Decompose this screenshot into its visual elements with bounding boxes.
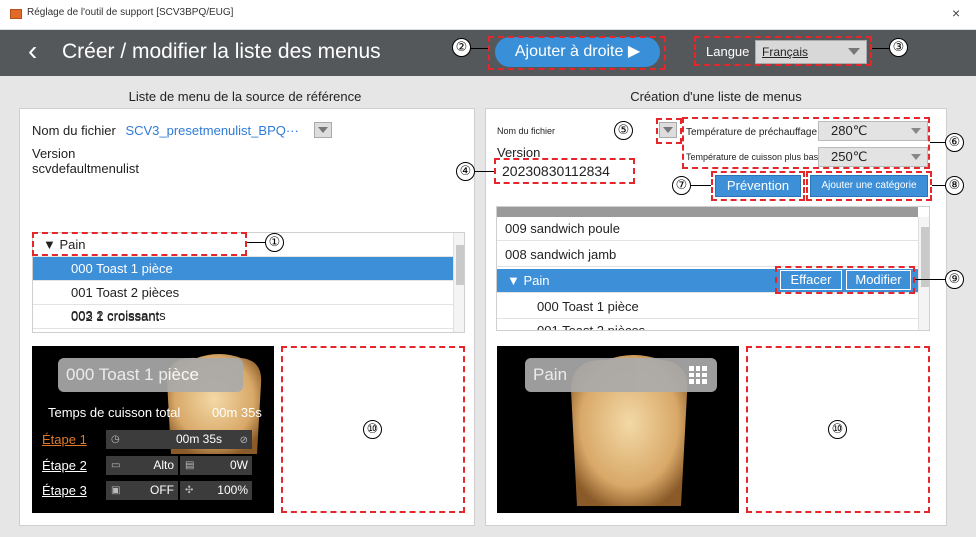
callout-9: ⑨ [945,270,964,289]
list-item[interactable]: 000 Toast 1 pièce [33,257,454,281]
oven-icon: ▭ [111,460,121,471]
preview-title: 000 Toast 1 pièce [58,358,243,392]
left-preview: 000 Toast 1 pièce Temps de cuisson total… [32,346,274,513]
app-icon [10,9,22,19]
scrollbar-thumb[interactable] [921,227,929,287]
total-time-value: 00m 35s [212,405,262,420]
step2-mode-cell: ▭ Alto [106,456,178,475]
step-1-link[interactable]: Étape 1 [42,432,87,447]
heater-icon: ▣ [111,485,121,496]
step-2-link[interactable]: Étape 2 [42,458,87,473]
left-file-label: Nom du fichier [32,123,116,138]
callout-2: ② [452,38,471,57]
callout-line [915,279,945,280]
callout-line [247,242,265,243]
step-3-link[interactable]: Étape 3 [42,483,87,498]
callout-7: ⑦ [672,176,691,195]
step3-fan-cell: ✣ 100% [180,481,252,500]
callout-line [471,48,488,49]
left-file-dropdown[interactable] [314,122,332,138]
step1-time: 00m 35s [175,432,222,446]
left-version-value: scvdefaultmenulist [32,161,139,176]
callout-line [872,48,889,49]
left-list-scrollbar[interactable] [453,233,464,332]
callout-10-left: ⑩ [363,420,382,439]
total-time-label: Temps de cuisson total [48,405,181,420]
highlight-file-dropdown [656,118,682,144]
right-file-label: Nom du fichier [497,126,556,136]
callout-6: ⑥ [945,133,964,152]
step2-power: 0W [230,458,248,472]
callout-line [932,185,945,186]
callout-1: ① [265,233,284,252]
highlight-prevention [711,171,805,201]
highlight-category [32,232,247,256]
left-version-label: Version [32,146,76,161]
callout-line [475,171,494,172]
step3-heat: OFF [150,483,174,497]
callout-line [691,185,711,186]
step2-mode: Alto [153,458,174,472]
right-list-scrollbar[interactable] [918,217,929,330]
left-panel-title: Liste de menu de la source de référence [128,89,362,104]
step3-fan: 100% [217,483,248,497]
highlight-add-right [488,36,666,70]
right-panel-title: Création d'une liste de menus [630,89,802,104]
list-item[interactable]: 000 Toast 1 pièce [497,295,918,319]
callout-5: ⑤ [614,121,633,140]
left-file-row: Nom du fichier SCV3_presetmenulist_BPQ··… [32,123,299,138]
callout-8: ⑧ [945,176,964,195]
callout-3: ③ [889,38,908,57]
mute-icon: ⊘ [239,435,248,446]
scrollbar-thumb[interactable] [456,245,464,285]
step2-power-cell: ▤ 0W [180,456,252,475]
callout-line [930,142,945,143]
back-icon[interactable]: ‹ [28,35,37,67]
microwave-icon: ▤ [185,460,195,471]
window-title: Réglage de l'outil de support [SCV3BPQ/E… [27,7,234,18]
highlight-temperatures [682,117,930,169]
close-icon[interactable]: × [952,5,960,21]
chevron-down-icon [318,127,328,133]
list-item[interactable]: 003 2 croissants [33,304,453,328]
list-item[interactable]: 001 Toast 2 pièces [497,319,918,330]
left-file-name[interactable]: SCV3_presetmenulist_BPQ··· [125,123,298,138]
list-item[interactable]: 001 Toast 2 pièces [33,281,454,305]
clock-icon: ◷ [111,434,120,445]
window-titlebar: Réglage de l'outil de support [SCV3BPQ/E… [0,0,976,30]
highlight-add-category [806,171,932,201]
list-header-bar [497,207,918,217]
callout-4: ④ [456,162,475,181]
page-title: Créer / modifier la liste des menus [62,40,381,63]
highlight-language [694,36,872,66]
highlight-edit-buttons [775,266,915,294]
right-preview: Pain [497,346,739,513]
highlight-version [494,158,635,184]
fan-icon: ✣ [185,485,194,496]
list-item[interactable]: 009 sandwich poule [497,217,918,241]
step3-heat-cell: ▣ OFF [106,481,178,500]
callout-10-right: ⑩ [828,420,847,439]
grid-icon [689,366,707,384]
list-item[interactable]: 008 sandwich jamb [497,243,918,267]
step1-time-cell: ◷ 00m 35s ⊘ [106,430,252,449]
